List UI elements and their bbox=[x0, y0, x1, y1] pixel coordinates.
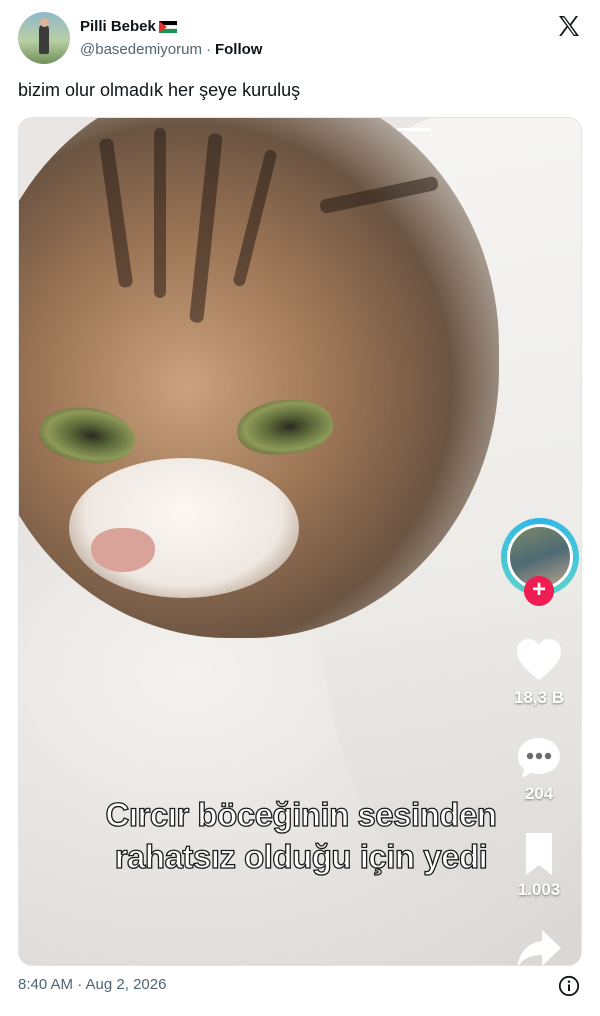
tweet-timestamp[interactable]: 8:40 AM · Aug 2, 2026 bbox=[18, 976, 166, 993]
tweet-header: Pilli Bebek @basedemiyorum · Follow bbox=[0, 0, 600, 70]
author-name-row: Pilli Bebek bbox=[80, 18, 177, 35]
bookmark-icon[interactable] bbox=[515, 832, 563, 876]
tweet-text: bizim olur olmadık her şeye kuruluş bbox=[18, 80, 301, 100]
handle-separator: · bbox=[205, 41, 211, 58]
author-handle-row: @basedemiyorum · Follow bbox=[80, 41, 262, 58]
likes-count: 18,3 B bbox=[513, 688, 565, 707]
cat-left-eye bbox=[35, 401, 139, 469]
cat-muzzle bbox=[69, 458, 299, 598]
author-handle[interactable]: @basedemiyorum bbox=[80, 41, 202, 58]
share-arrow-icon[interactable] bbox=[515, 926, 563, 966]
avatar-figure-head bbox=[40, 18, 49, 27]
video-caption-line2: rahatsız olduğu için yedi bbox=[114, 837, 488, 875]
follow-plus-icon[interactable]: + bbox=[524, 576, 554, 606]
video-media[interactable]: Cırcır böceğinin sesinden rahatsız olduğ… bbox=[18, 117, 582, 966]
author-display-name[interactable]: Pilli Bebek bbox=[80, 18, 156, 35]
cat-right-eye bbox=[234, 395, 336, 459]
info-icon[interactable] bbox=[558, 975, 580, 997]
follow-button[interactable]: Follow bbox=[215, 41, 263, 58]
avatar-figure bbox=[39, 24, 49, 54]
comments-count: 204 bbox=[524, 784, 554, 803]
author-avatar[interactable] bbox=[18, 12, 70, 64]
heart-icon[interactable] bbox=[515, 638, 563, 682]
video-caption: Cırcır böceğinin sesinden rahatsız olduğ… bbox=[19, 794, 581, 878]
palestine-flag-icon bbox=[158, 20, 177, 33]
saves-count: 1.003 bbox=[517, 880, 561, 899]
video-progress-indicator bbox=[397, 128, 431, 131]
video-caption-line1: Cırcır böceğinin sesinden bbox=[105, 795, 498, 833]
x-logo-icon[interactable] bbox=[557, 14, 581, 38]
cat-nose bbox=[91, 528, 155, 572]
comment-bubble-icon[interactable] bbox=[515, 736, 563, 780]
